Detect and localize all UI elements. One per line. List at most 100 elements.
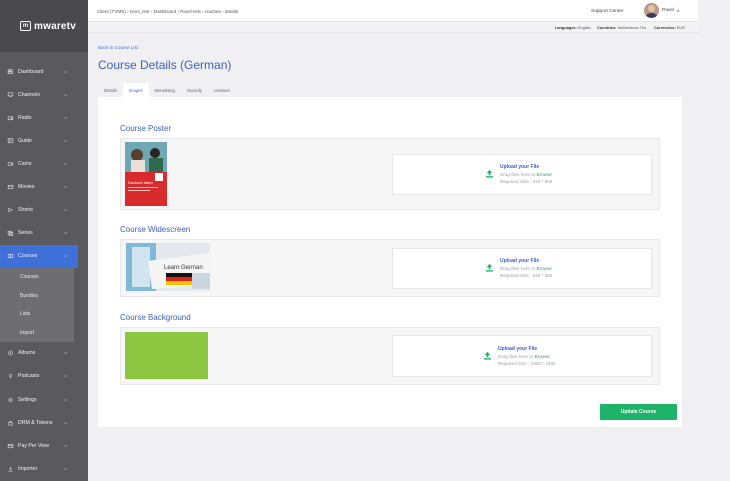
- sidebar-item-importer[interactable]: Importer: [0, 457, 88, 480]
- chevron-down-icon[interactable]: [63, 138, 68, 143]
- chevron-down-icon[interactable]: [63, 351, 68, 356]
- sidebar-item-shorts[interactable]: Shorts: [0, 199, 88, 222]
- chevron-down-icon[interactable]: [63, 443, 68, 448]
- widescreen-drag-text: Drag files here or Browse: [500, 266, 552, 271]
- course-widescreen-title: Course Widescreen: [120, 225, 191, 234]
- sidebar-item-series[interactable]: Series: [0, 222, 88, 245]
- update-course-button[interactable]: Update Course: [600, 404, 677, 420]
- chevron-down-icon[interactable]: [63, 231, 68, 236]
- sidebar-item-podcasts[interactable]: Podcasts: [0, 365, 88, 388]
- chevron-down-icon[interactable]: [63, 185, 68, 190]
- sidebar: m mwaretv Dashboard Channels Radio Guide Cam…: [0, 0, 88, 481]
- submenu-item-bundles[interactable]: Bundles: [0, 286, 74, 305]
- tab-security[interactable]: Security: [181, 83, 208, 97]
- background-required-size: Required Size : 1920 * 1080: [498, 361, 556, 366]
- sidebar-item-drm-tokens[interactable]: DRM & Tokens: [0, 411, 88, 434]
- guide-icon: [7, 138, 14, 144]
- info-bar: Languages: English Countries: Netherland…: [88, 22, 698, 33]
- chevron-down-icon[interactable]: [63, 466, 68, 471]
- submenu-item-import[interactable]: Import: [0, 323, 74, 342]
- tab-lessons[interactable]: Lessons: [208, 83, 236, 97]
- upload-icon: [485, 263, 494, 272]
- sidebar-item-label: Dashboard: [18, 68, 44, 75]
- tab-images[interactable]: Images: [122, 83, 149, 97]
- languages-info: Languages: English: [555, 25, 591, 30]
- chevron-down-icon[interactable]: [63, 69, 68, 74]
- widescreen-caption: Learn German: [164, 265, 203, 271]
- dashboard-icon: [7, 68, 14, 75]
- poster-title-text: Deutsch üben: [128, 180, 153, 185]
- chevron-down-icon[interactable]: [63, 397, 68, 402]
- shorts-icon: [7, 207, 14, 213]
- sidebar-item-guide[interactable]: Guide: [0, 129, 88, 152]
- course-background-image: [125, 332, 208, 379]
- page-title: Course Details (German): [98, 58, 232, 72]
- tab-details[interactable]: Details: [98, 83, 123, 97]
- courses-icon: [7, 253, 14, 259]
- sidebar-item-label: Movies: [18, 184, 35, 191]
- upload-icon: [485, 169, 494, 178]
- sidebar-item-label: Radio: [18, 114, 32, 121]
- tab-monetising[interactable]: Monetising: [149, 83, 181, 97]
- sidebar-item-radio[interactable]: Radio: [0, 106, 88, 129]
- sidebar-item-settings[interactable]: Settings: [0, 388, 88, 411]
- movie-icon: [7, 184, 14, 190]
- course-poster-title: Course Poster: [120, 124, 172, 133]
- logo-icon: m: [20, 21, 31, 31]
- widescreen-browse-link[interactable]: Browse: [537, 266, 552, 271]
- sidebar-item-movies[interactable]: Movies: [0, 175, 88, 198]
- avatar[interactable]: [644, 3, 659, 18]
- sidebar-item-label: Cams: [18, 160, 32, 167]
- background-upload-title: Upload your File: [498, 346, 538, 352]
- back-to-course-list-link[interactable]: Back to Course List: [98, 45, 138, 50]
- sidebar-item-courses[interactable]: Courses: [0, 244, 78, 268]
- chevron-down-icon[interactable]: [63, 254, 68, 259]
- top-bar: Client (TVMS) › tvms_test › Dashboard › …: [88, 0, 698, 22]
- sidebar-item-dashboard[interactable]: Dashboard: [0, 60, 88, 83]
- chevron-down-icon[interactable]: [63, 208, 68, 213]
- tab-bar: Details Images Monetising Security Lesso…: [98, 83, 236, 97]
- settings-icon: [7, 397, 14, 403]
- background-browse-link[interactable]: Browse: [535, 354, 550, 359]
- sidebar-item-label: Albums: [18, 350, 36, 357]
- sidebar-item-label: Shorts: [18, 207, 33, 214]
- sidebar-item-cams[interactable]: Cams: [0, 152, 88, 175]
- currencies-info: Currencies: EUR: [654, 25, 685, 30]
- drm-icon: [7, 420, 14, 426]
- chevron-down-icon[interactable]: [63, 92, 68, 97]
- sidebar-item-label: Channels: [18, 91, 40, 98]
- widescreen-upload-title: Upload your File: [500, 258, 540, 264]
- submenu-item-courses[interactable]: Courses: [0, 268, 74, 287]
- series-icon: [7, 230, 14, 236]
- poster-browse-link[interactable]: Browse: [537, 172, 552, 177]
- course-widescreen-image: Learn German: [126, 243, 210, 291]
- sidebar-item-label: DRM & Tokens: [18, 419, 53, 426]
- submenu-item-lists[interactable]: Lists: [0, 305, 74, 324]
- widescreen-required-size: Required Size : 640 * 360: [500, 273, 553, 278]
- chevron-down-icon[interactable]: [676, 9, 680, 13]
- sidebar-item-label: Guide: [18, 137, 32, 144]
- importer-icon: [7, 466, 14, 472]
- sidebar-item-channels[interactable]: Channels: [0, 83, 88, 106]
- tv-icon: [7, 92, 14, 98]
- chevron-down-icon[interactable]: [63, 161, 68, 166]
- sidebar-item-label: Pay Per View: [18, 442, 50, 449]
- chevron-down-icon[interactable]: [63, 115, 68, 120]
- sidebar-item-albums[interactable]: Albums: [0, 342, 88, 365]
- username[interactable]: Pavel: [662, 8, 674, 13]
- poster-drag-text: Drag files here or Browse: [500, 172, 552, 177]
- support-center-link[interactable]: Support Center: [591, 9, 624, 14]
- upload-icon: [483, 351, 492, 360]
- breadcrumb[interactable]: Client (TVMS) › tvms_test › Dashboard › …: [97, 9, 238, 14]
- pay-per-view-icon: [7, 443, 14, 449]
- chevron-down-icon[interactable]: [63, 374, 68, 379]
- sidebar-item-label: Settings: [18, 396, 37, 403]
- brand-logo[interactable]: m mwaretv: [0, 0, 88, 52]
- course-poster-image: Deutsch üben: [125, 142, 167, 206]
- chevron-down-icon[interactable]: [63, 420, 68, 425]
- sidebar-item-label: Courses: [18, 253, 38, 260]
- sidebar-item-label: Series: [18, 230, 33, 237]
- sidebar-item-label: Podcasts: [18, 373, 40, 380]
- sidebar-item-pay-per-view[interactable]: Pay Per View: [0, 434, 88, 457]
- poster-required-size: Required Size : 340 * 500: [500, 179, 553, 184]
